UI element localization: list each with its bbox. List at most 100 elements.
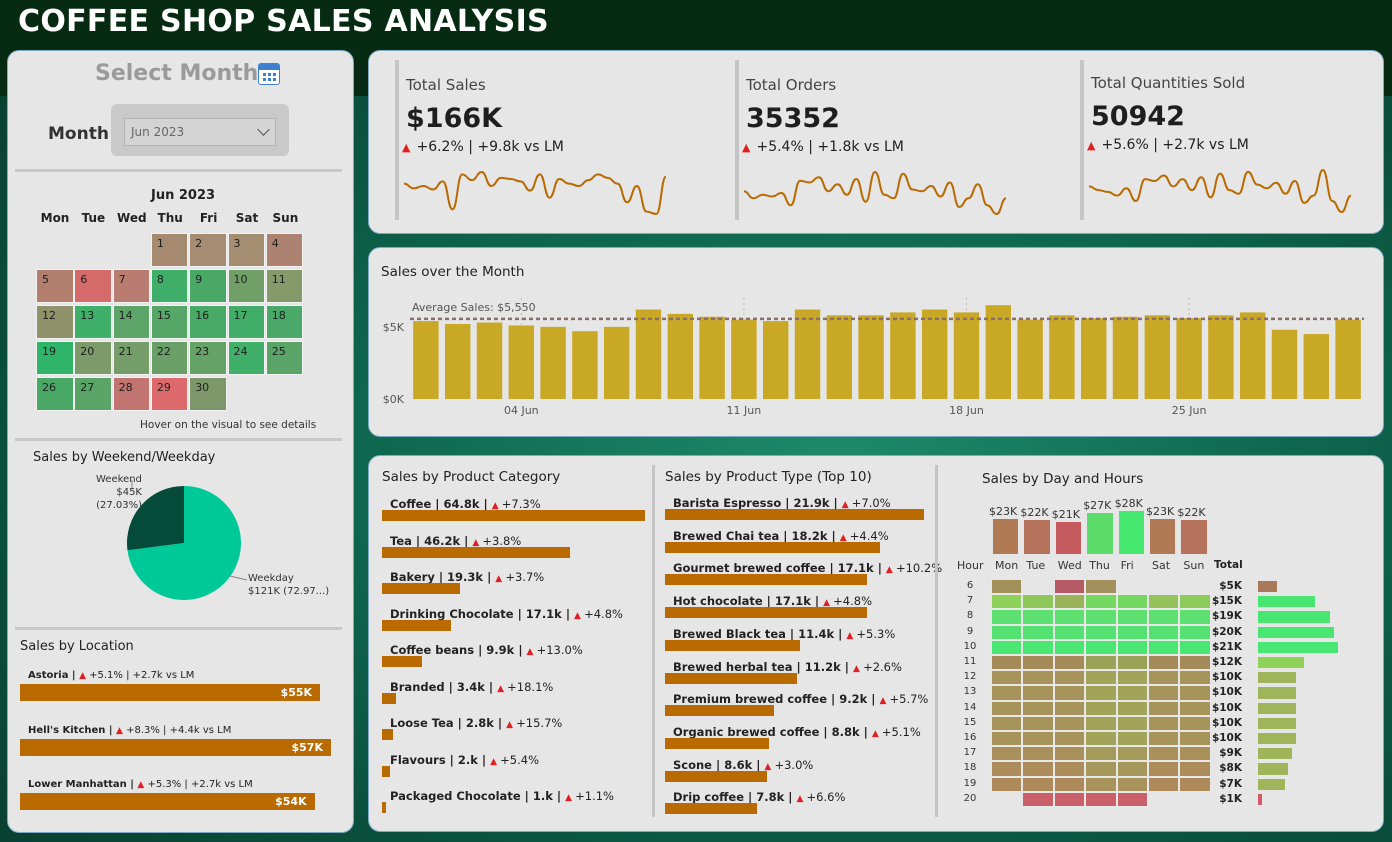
daily-sales-bar[interactable] [1049, 315, 1075, 399]
heatmap-cell[interactable] [1148, 655, 1180, 671]
kpi-sparkline[interactable] [402, 168, 668, 218]
calendar-day[interactable]: 18 [265, 305, 304, 339]
category-bar[interactable] [382, 802, 387, 813]
heatmap-cell[interactable] [1022, 609, 1054, 625]
daily-sales-bar[interactable] [1303, 334, 1330, 399]
calendar-day[interactable]: 3 [227, 233, 265, 267]
daily-sales-bar[interactable] [635, 309, 662, 399]
heatmap-cell[interactable] [991, 655, 1023, 671]
heatmap-cell[interactable] [991, 624, 1023, 640]
kpi-sparkline[interactable] [1087, 166, 1353, 216]
heatmap-cell[interactable] [1053, 639, 1086, 655]
hour-total-bar[interactable] [1258, 717, 1297, 729]
heatmap-cell[interactable] [1148, 731, 1180, 747]
calendar-day[interactable]: 9 [189, 269, 227, 303]
heatmap-cell[interactable] [1053, 746, 1086, 762]
heatmap-cell[interactable] [1053, 715, 1086, 731]
day-total-bar[interactable] [1087, 512, 1113, 554]
heatmap-cell[interactable] [1148, 624, 1180, 640]
heatmap-cell[interactable] [1022, 715, 1054, 731]
heatmap-cell[interactable] [1085, 776, 1117, 792]
calendar-day[interactable]: 25 [265, 341, 304, 375]
heatmap-cell[interactable] [991, 761, 1023, 777]
category-bar[interactable] [665, 509, 924, 520]
daily-sales-bar[interactable] [572, 331, 598, 399]
category-bar[interactable] [382, 692, 396, 704]
hour-total-bar[interactable] [1258, 793, 1262, 805]
heatmap-cell[interactable] [991, 776, 1023, 792]
hour-total-bar[interactable] [1258, 657, 1304, 669]
heatmap-cell[interactable] [1116, 746, 1148, 762]
heatmap-cell[interactable] [1022, 655, 1054, 671]
hour-total-bar[interactable] [1258, 687, 1297, 699]
heatmap-cell[interactable] [1116, 609, 1148, 625]
daily-sales-bar[interactable] [508, 325, 535, 399]
calendar-day[interactable]: 14 [112, 305, 151, 339]
heatmap-cell[interactable] [1053, 670, 1086, 686]
daily-sales-bar[interactable] [1112, 316, 1139, 399]
hour-total-bar[interactable] [1258, 626, 1335, 638]
calendar-day[interactable]: 16 [189, 305, 227, 339]
category-bar[interactable] [665, 574, 868, 586]
heatmap-cell[interactable] [1022, 670, 1054, 686]
heatmap-cell[interactable] [1148, 594, 1180, 610]
heatmap-cell[interactable] [991, 579, 1023, 595]
heatmap-cell[interactable] [1053, 609, 1086, 625]
daily-sales-bar[interactable] [476, 322, 503, 399]
heatmap-cell[interactable] [1085, 700, 1117, 716]
daily-sales-bar[interactable] [890, 312, 916, 399]
month-dropdown[interactable]: Jun 2023 [124, 118, 276, 146]
category-bar[interactable] [665, 705, 774, 717]
daily-sales-bar[interactable] [762, 321, 789, 399]
calendar-day[interactable]: 13 [74, 305, 112, 339]
heatmap-cell[interactable] [991, 639, 1023, 655]
heatmap-cell[interactable] [1022, 791, 1054, 807]
heatmap-cell[interactable] [1053, 594, 1086, 610]
daily-sales-bar[interactable] [1080, 318, 1107, 399]
heatmap-cell[interactable] [1085, 594, 1117, 610]
category-bar[interactable] [382, 583, 461, 594]
heatmap-cell[interactable] [991, 746, 1023, 762]
heatmap-cell[interactable] [1116, 715, 1148, 731]
category-bar[interactable] [382, 765, 391, 777]
calendar-day[interactable]: 15 [150, 305, 189, 339]
daily-sales-bar[interactable] [413, 321, 439, 399]
calendar-day[interactable]: 28 [112, 377, 151, 411]
heatmap-cell[interactable] [1148, 639, 1180, 655]
heatmap-cell[interactable] [1116, 624, 1148, 640]
daily-sales-bar[interactable] [603, 326, 630, 399]
heatmap-cell[interactable] [1116, 685, 1148, 701]
heatmap-cell[interactable] [1053, 761, 1086, 777]
heatmap-cell[interactable] [1116, 791, 1148, 807]
day-total-bar[interactable] [1024, 520, 1050, 554]
category-bar[interactable] [382, 619, 452, 631]
heatmap-cell[interactable] [1085, 731, 1117, 747]
calendar-day[interactable]: 6 [74, 269, 112, 303]
hour-total-bar[interactable] [1258, 778, 1285, 790]
hour-total-bar[interactable] [1258, 672, 1297, 684]
heatmap-cell[interactable] [1022, 700, 1054, 716]
heatmap-cell[interactable] [1053, 700, 1086, 716]
heatmap-cell[interactable] [1148, 670, 1180, 686]
pie-slice-weekend[interactable] [127, 486, 184, 551]
heatmap-cell[interactable] [1022, 776, 1054, 792]
daily-sales-bar[interactable] [1176, 318, 1202, 399]
daily-sales-bar[interactable] [794, 309, 821, 399]
heatmap-cell[interactable] [1022, 624, 1054, 640]
heatmap-cell[interactable] [1085, 579, 1117, 595]
heatmap-cell[interactable] [1085, 685, 1117, 701]
hour-total-bar[interactable] [1258, 611, 1331, 623]
daily-sales-bar[interactable] [1335, 319, 1361, 399]
category-bar[interactable] [382, 546, 570, 558]
heatmap-cell[interactable] [991, 715, 1023, 731]
daily-sales-bar[interactable] [1144, 315, 1171, 399]
heatmap-cell[interactable] [1085, 670, 1117, 686]
hour-total-bar[interactable] [1258, 733, 1297, 745]
calendar-day[interactable]: 1 [150, 233, 189, 267]
heatmap-cell[interactable] [991, 731, 1023, 747]
category-bar[interactable] [665, 737, 770, 749]
day-total-bar[interactable] [1055, 521, 1082, 554]
heatmap-cell[interactable] [991, 670, 1023, 686]
daily-sales-bar[interactable] [953, 312, 980, 399]
heatmap-cell[interactable] [1148, 776, 1180, 792]
